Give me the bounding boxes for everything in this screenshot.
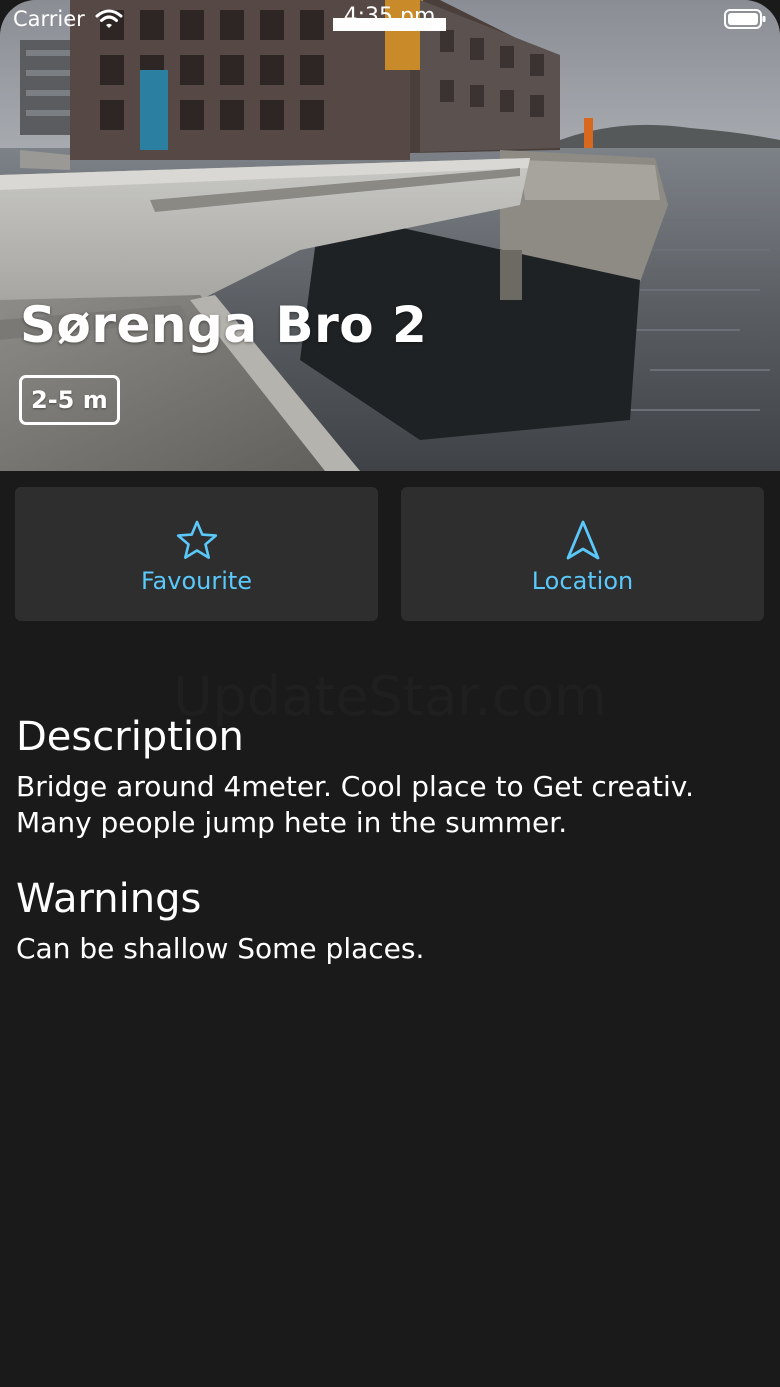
status-time-redaction [333, 18, 446, 31]
description-heading: Description [16, 714, 244, 760]
height-badge: 2-5 m [19, 375, 120, 425]
location-button[interactable]: Location [401, 487, 764, 621]
wifi-icon [95, 9, 123, 28]
navigation-arrow-icon [566, 520, 599, 560]
spot-detail-screen: Sørenga Bro 2 2-5 m Carrier 4:35 pm Favo… [0, 0, 780, 1387]
spot-title: Sørenga Bro 2 [20, 296, 428, 354]
hero-photo: Sørenga Bro 2 2-5 m [0, 0, 780, 471]
carrier-label: Carrier [13, 7, 85, 31]
location-label: Location [531, 567, 634, 595]
star-outline-icon [176, 520, 217, 559]
warnings-heading: Warnings [16, 876, 202, 922]
favourite-button[interactable]: Favourite [15, 487, 378, 621]
description-text: Bridge around 4meter. Cool place to Get … [16, 770, 695, 839]
warnings-text: Can be shallow Some places. [16, 932, 425, 965]
status-bar: Carrier 4:35 pm [0, 0, 780, 40]
battery-icon [724, 9, 766, 29]
favourite-label: Favourite [140, 567, 253, 595]
